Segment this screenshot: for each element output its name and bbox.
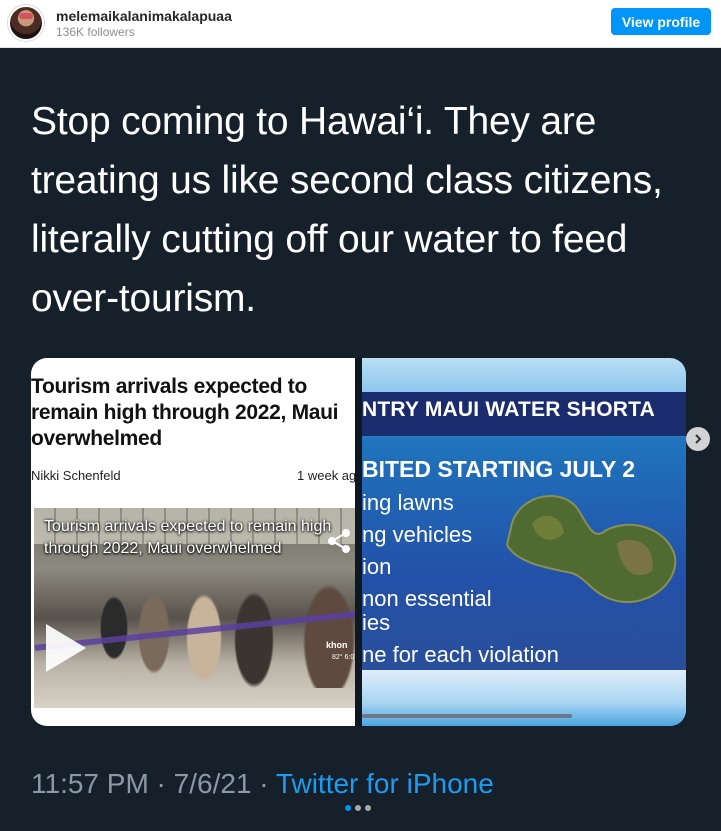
- carousel-next-button[interactable]: [686, 427, 710, 451]
- post-header: melemaikalanimakalapuaa 136K followers V…: [0, 0, 721, 48]
- station-logo: khon: [326, 640, 348, 650]
- maui-map-icon: [505, 495, 677, 604]
- news-subheading: BITED STARTING JULY 2: [362, 456, 636, 482]
- view-profile-button[interactable]: View profile: [611, 8, 711, 35]
- chevron-right-icon: [695, 434, 702, 444]
- carousel-dot[interactable]: [365, 805, 371, 811]
- tweet-time: 11:57 PM: [31, 768, 149, 799]
- tweet-source-link[interactable]: Twitter for iPhone: [276, 768, 494, 799]
- news-line: non essential: [362, 586, 492, 611]
- news-graphic[interactable]: NTRY MAUI WATER SHORTA BITED STARTING JU…: [362, 358, 686, 726]
- tweet-date: 7/6/21: [173, 768, 252, 799]
- tweet-meta: 11:57 PM · 7/6/21 · Twitter for iPhone: [31, 768, 494, 800]
- news-headline: NTRY MAUI WATER SHORTA: [362, 398, 655, 421]
- news-line: ng vehicles: [362, 522, 473, 547]
- station-temp: 82° 6:0: [332, 654, 355, 661]
- follower-count: 136K followers: [56, 25, 135, 39]
- news-line: ing lawns: [362, 490, 454, 515]
- media-divider: [355, 358, 362, 726]
- avatar[interactable]: [8, 5, 44, 41]
- video-progress-bar[interactable]: [362, 714, 572, 718]
- news-line: ion: [362, 554, 392, 579]
- video-thumbnail[interactable]: Tourism arrivals expected to remain high…: [34, 508, 355, 708]
- tweet-media[interactable]: Tourism arrivals expected to remain high…: [31, 358, 686, 726]
- meta-separator: ·: [251, 768, 276, 799]
- username[interactable]: melemaikalanimakalapuaa: [56, 8, 232, 24]
- carousel-dot[interactable]: [355, 805, 361, 811]
- news-line: ies: [362, 610, 391, 635]
- meta-separator: ·: [148, 768, 174, 799]
- share-icon[interactable]: [324, 526, 354, 556]
- tweet-text: Stop coming to Hawai‘i. They are treatin…: [31, 100, 663, 320]
- article-title: Tourism arrivals expected to remain high…: [31, 375, 339, 450]
- news-line: ne for each violation: [362, 642, 559, 667]
- play-icon[interactable]: [46, 624, 86, 672]
- video-caption: Tourism arrivals expected to remain high…: [44, 518, 332, 557]
- carousel-dot[interactable]: [345, 805, 351, 811]
- article-date: 1 week ag: [297, 468, 355, 483]
- article-screenshot[interactable]: Tourism arrivals expected to remain high…: [31, 358, 355, 726]
- carousel-dots: [345, 805, 371, 813]
- article-author: Nikki Schenfeld: [31, 468, 121, 483]
- tweet-card: Stop coming to Hawai‘i. They are treatin…: [0, 48, 721, 831]
